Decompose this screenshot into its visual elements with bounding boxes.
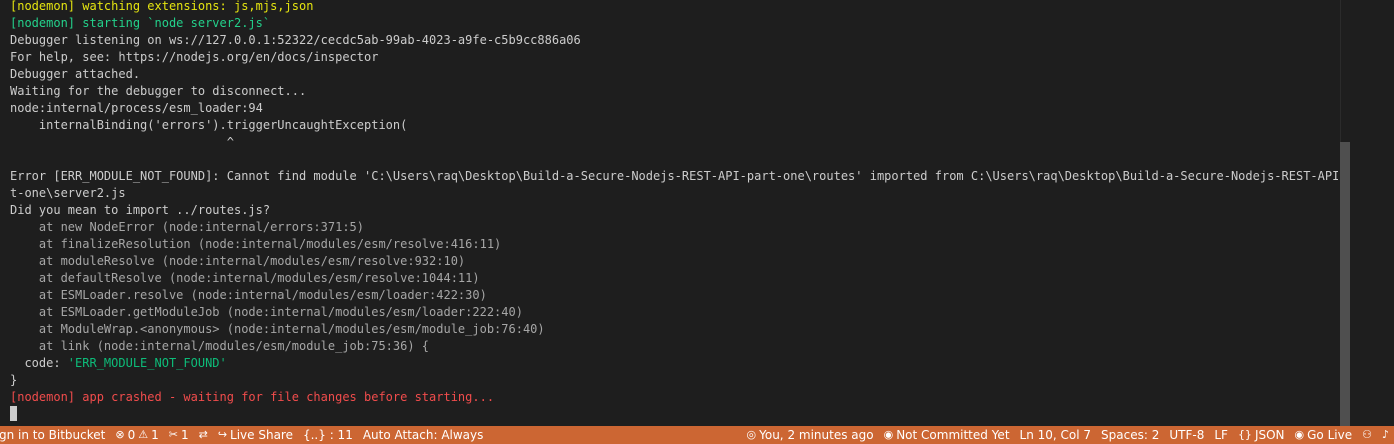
terminal-line: at ESMLoader.getModuleJob (node:internal… xyxy=(10,305,523,319)
terminal-line: at defaultResolve (node:internal/modules… xyxy=(10,271,480,285)
share-button[interactable]: ⇄ xyxy=(194,426,213,444)
live-share-label: Live Share xyxy=(230,428,293,442)
terminal-line-brace: } xyxy=(10,373,18,387)
terminal-line: Did you mean to import ../routes.js? xyxy=(10,203,271,217)
encoding-label: UTF-8 xyxy=(1169,428,1205,442)
terminal-panel[interactable]: [nodemon] watching extensions: js,mjs,js… xyxy=(0,0,1338,426)
share-icon: ⇄ xyxy=(198,428,208,441)
error-count: 0 xyxy=(127,428,136,442)
terminal-output: [nodemon] watching extensions: js,mjs,js… xyxy=(10,0,1338,423)
terminal-line: at ESMLoader.resolve (node:internal/modu… xyxy=(10,288,487,302)
terminal-line: node:internal/process/esm_loader:94 xyxy=(10,101,263,115)
terminal-line: at link (node:internal/modules/esm/modul… xyxy=(10,339,430,353)
indentation-label: Spaces: 2 xyxy=(1101,428,1160,442)
braces-indicator[interactable]: {..} : 11 xyxy=(298,426,358,444)
not-committed-indicator[interactable]: ◉ Not Committed Yet xyxy=(879,426,1015,444)
terminal-line: at ModuleWrap.<anonymous> (node:internal… xyxy=(10,322,545,336)
terminal-line: ^ xyxy=(10,135,234,149)
terminal-line: For help, see: https://nodejs.org/en/doc… xyxy=(10,50,379,64)
terminal-line: [nodemon] starting `node server2.js` xyxy=(10,16,271,30)
go-live-button[interactable]: ◉ Go Live xyxy=(1290,426,1358,444)
encoding-button[interactable]: UTF-8 xyxy=(1164,426,1209,444)
indentation-button[interactable]: Spaces: 2 xyxy=(1096,426,1164,444)
broadcast-icon: ◉ xyxy=(1294,428,1305,441)
bitbucket-signin-button[interactable]: gn in to Bitbucket xyxy=(0,426,110,444)
tools-icon: ✂ xyxy=(168,428,178,441)
terminal-scrollbar-thumb[interactable] xyxy=(1340,142,1350,426)
terminal-line: at new NodeError (node:internal/errors:3… xyxy=(10,220,365,234)
terminal-line: Error [ERR_MODULE_NOT_FOUND]: Cannot fin… xyxy=(10,169,1338,183)
live-share-button[interactable]: ↪ Live Share xyxy=(213,426,298,444)
not-committed-label: Not Committed Yet xyxy=(896,428,1010,442)
terminal-cursor xyxy=(10,406,17,421)
language-mode-label: JSON xyxy=(1254,428,1285,442)
warning-count: 1 xyxy=(151,428,159,442)
git-commit-icon: ◉ xyxy=(883,428,894,441)
cursor-position-button[interactable]: Ln 10, Col 7 xyxy=(1015,426,1097,444)
bitbucket-signin-label: gn in to Bitbucket xyxy=(0,428,106,442)
terminal-line: [nodemon] watching extensions: js,mjs,js… xyxy=(10,0,314,13)
warning-icon: ⚠ xyxy=(138,428,149,441)
terminal-prompt-line[interactable] xyxy=(10,406,1334,423)
bell-icon: ♪ xyxy=(1381,428,1389,441)
person-icon: ⚇ xyxy=(1362,428,1372,441)
eol-button[interactable]: LF xyxy=(1209,426,1233,444)
auto-attach-label: Auto Attach: Always xyxy=(362,428,484,442)
cursor-position-label: Ln 10, Col 7 xyxy=(1019,428,1092,442)
code-key: code: xyxy=(10,356,68,370)
feedback-button[interactable]: ⚇ xyxy=(1357,426,1377,444)
tools-button[interactable]: ✂ 1 xyxy=(164,426,194,444)
git-blame-label: You, 2 minutes ago xyxy=(759,428,874,442)
nodemon-crash-message: [nodemon] app crashed - waiting for file… xyxy=(10,390,495,404)
terminal-line: at moduleResolve (node:internal/modules/… xyxy=(10,254,466,268)
notifications-button[interactable]: ♪ xyxy=(1377,426,1394,444)
terminal-line: Debugger attached. xyxy=(10,67,141,81)
eol-label: LF xyxy=(1214,428,1228,442)
error-icon: ⊗ xyxy=(115,428,125,441)
code-value: 'ERR_MODULE_NOT_FOUND' xyxy=(67,356,227,370)
tools-count: 1 xyxy=(180,428,189,442)
go-live-label: Go Live xyxy=(1307,428,1353,442)
right-gutter xyxy=(1354,0,1394,426)
terminal-line: t-one\server2.js xyxy=(10,186,126,200)
status-bar: gn in to Bitbucket ⊗ 0 ⚠ 1 ✂ 1 ⇄ ↪ Live … xyxy=(0,426,1394,444)
terminal-line: Waiting for the debugger to disconnect..… xyxy=(10,84,307,98)
braces-icon: {} xyxy=(1237,428,1252,441)
terminal-line: Debugger listening on ws://127.0.0.1:523… xyxy=(10,33,581,47)
git-commit-icon: ◎ xyxy=(746,428,757,441)
problems-button[interactable]: ⊗ 0 ⚠ 1 xyxy=(110,426,163,444)
language-mode-button[interactable]: {} JSON xyxy=(1233,426,1290,444)
terminal-line-code: code: 'ERR_MODULE_NOT_FOUND' xyxy=(10,355,1334,372)
git-blame-indicator[interactable]: ◎ You, 2 minutes ago xyxy=(742,426,879,444)
braces-label: {..} : 11 xyxy=(302,428,353,442)
auto-attach-button[interactable]: Auto Attach: Always xyxy=(358,426,489,444)
terminal-line: at finalizeResolution (node:internal/mod… xyxy=(10,237,502,251)
live-share-icon: ↪ xyxy=(217,428,228,441)
terminal-line: internalBinding('errors').triggerUncaugh… xyxy=(10,118,408,132)
